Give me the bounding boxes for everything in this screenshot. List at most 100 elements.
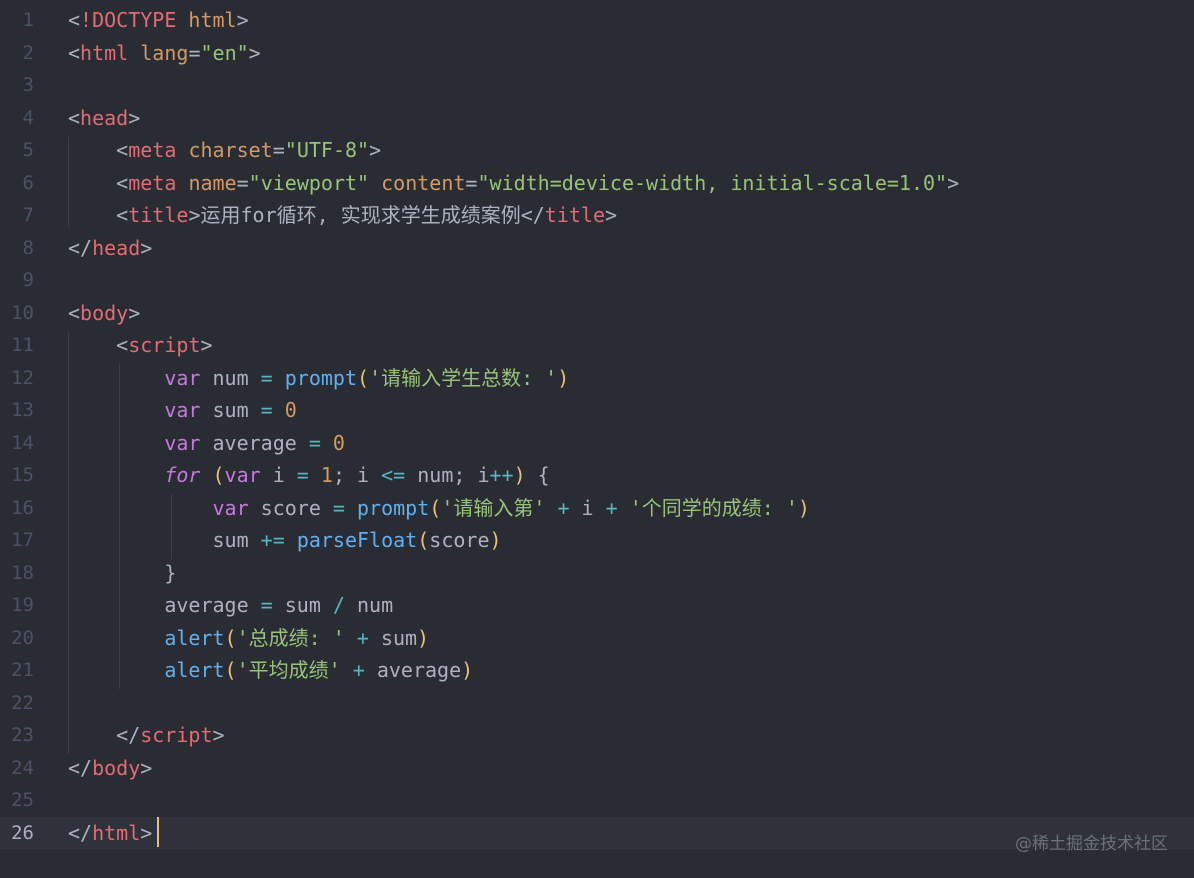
code-token: meta [128, 170, 177, 195]
code-line[interactable]: 16 var score = prompt('请输入第' + i + '个同学的… [0, 492, 1194, 525]
code-line[interactable]: 15 for (var i = 1; i <= num; i++) { [0, 459, 1194, 492]
line-code[interactable]: var score = prompt('请输入第' + i + '个同学的成绩:… [68, 492, 810, 525]
code-line[interactable]: 3 [0, 69, 1194, 102]
code-line[interactable]: 9 [0, 264, 1194, 297]
code-token: parseFloat [296, 528, 418, 552]
code-token: !DOCTYPE [80, 8, 177, 32]
code-token: average [364, 658, 462, 682]
code-token: > [188, 203, 201, 227]
code-editor[interactable]: 1 <!DOCTYPE html> 2 <html lang="en"> 3 4 <head… [0, 0, 1194, 878]
line-code[interactable]: for (var i = 1; i <= num; i++) { [68, 459, 550, 492]
code-line[interactable]: 12 var num = prompt('请输入学生总数: ') [0, 362, 1194, 395]
line-code[interactable]: var sum = 0 [68, 394, 296, 427]
code-token: > [605, 203, 618, 227]
code-token: charset [188, 138, 273, 162]
line-number: 18 [11, 561, 34, 584]
code-token: = [308, 430, 321, 455]
code-token: ( [212, 463, 225, 487]
line-code[interactable]: average = sum / num [68, 589, 393, 622]
line-code[interactable]: </body> [68, 752, 152, 785]
code-token: < [68, 333, 129, 357]
code-token: < [68, 8, 81, 32]
line-number: 19 [11, 594, 34, 616]
line-code[interactable]: <script> [68, 329, 212, 362]
line-code[interactable]: alert('平均成绩' + average) [68, 654, 473, 687]
code-line[interactable]: 19 average = sum / num [0, 589, 1194, 622]
line-code[interactable]: var average = 0 [68, 427, 345, 460]
line-code[interactable]: sum += parseFloat(score) [68, 524, 502, 557]
code-token: sum [212, 528, 261, 552]
code-token: ; i [332, 463, 382, 487]
line-number: 10 [11, 301, 34, 324]
code-line[interactable]: 20 alert('总成绩: ' + sum) [0, 622, 1194, 655]
code-line[interactable]: 11 <script> [0, 329, 1194, 362]
code-line[interactable]: 5 <meta charset="UTF-8"> [0, 134, 1194, 167]
code-token: > [248, 40, 261, 65]
line-code[interactable]: </head> [68, 232, 152, 265]
line-code[interactable]: <!DOCTYPE html> [68, 4, 249, 37]
code-token: head [80, 105, 129, 130]
code-token: = [260, 365, 273, 390]
line-code[interactable]: <meta charset="UTF-8"> [68, 134, 381, 167]
code-token: var [224, 463, 261, 487]
line-code[interactable]: </html> [68, 817, 152, 850]
line-code[interactable]: } [68, 557, 176, 590]
code-token: var [164, 398, 201, 422]
line-number: 8 [22, 236, 34, 259]
code-line[interactable]: 18 } [0, 557, 1194, 590]
line-code[interactable]: <html lang="en"> [68, 37, 261, 70]
indent-guide [68, 332, 69, 754]
code-line[interactable]: 25 [0, 784, 1194, 817]
code-line[interactable]: 22 [0, 687, 1194, 720]
code-token: sum [272, 593, 333, 617]
code-token: = [332, 495, 345, 520]
code-token: = [260, 593, 273, 617]
line-code[interactable]: </script> [68, 719, 224, 752]
code-token: ) [489, 528, 502, 552]
code-token: average [164, 593, 261, 617]
line-code[interactable]: alert('总成绩: ' + sum) [68, 622, 429, 655]
code-token: = [260, 398, 273, 422]
code-line[interactable]: 1 <!DOCTYPE html> [0, 4, 1194, 37]
code-token: for [164, 463, 201, 487]
line-code[interactable]: <title>运用for循环, 实现求学生成绩案例</title> [68, 199, 617, 232]
code-line[interactable]: 24 </body> [0, 752, 1194, 785]
code-line[interactable]: 2 <html lang="en"> [0, 37, 1194, 70]
code-line[interactable]: 14 var average = 0 [0, 427, 1194, 460]
code-line[interactable]: 6 <meta name="viewport" content="width=d… [0, 167, 1194, 200]
code-token: html [92, 820, 141, 845]
code-line[interactable]: 10 <body> [0, 297, 1194, 330]
code-line[interactable]: 7 <title>运用for循环, 实现求学生成绩案例</title> [0, 199, 1194, 232]
code-token: </ [68, 723, 141, 747]
line-number: 17 [11, 529, 34, 551]
code-token: '个同学的成绩: ' [629, 495, 798, 520]
code-line[interactable]: 4 <head> [0, 102, 1194, 135]
code-token: alert [164, 625, 225, 650]
code-token: meta [128, 138, 177, 162]
code-line[interactable]: 8 </head> [0, 232, 1194, 265]
code-token: { [525, 463, 550, 487]
line-number: 6 [22, 171, 34, 194]
code-line[interactable]: 23 </script> [0, 719, 1194, 752]
code-line[interactable]: 13 var sum = 0 [0, 394, 1194, 427]
code-line[interactable]: 17 sum += parseFloat(score) [0, 524, 1194, 557]
code-token: "UTF-8" [284, 138, 370, 162]
line-code[interactable]: <meta name="viewport" content="width=dev… [68, 167, 959, 200]
line-number: 22 [11, 691, 34, 714]
line-code[interactable]: var num = prompt('请输入学生总数: ') [68, 362, 569, 395]
line-number: 21 [11, 659, 34, 681]
line-number: 7 [22, 204, 34, 226]
code-line[interactable]: 21 alert('平均成绩' + average) [0, 654, 1194, 687]
line-code[interactable]: <body> [68, 297, 140, 330]
code-token: "en" [200, 40, 249, 65]
line-number: 5 [22, 139, 34, 161]
indent-guide [68, 137, 69, 227]
line-code[interactable]: <head> [68, 102, 140, 135]
watermark: @稀土掘金技术社区 [1015, 834, 1168, 854]
